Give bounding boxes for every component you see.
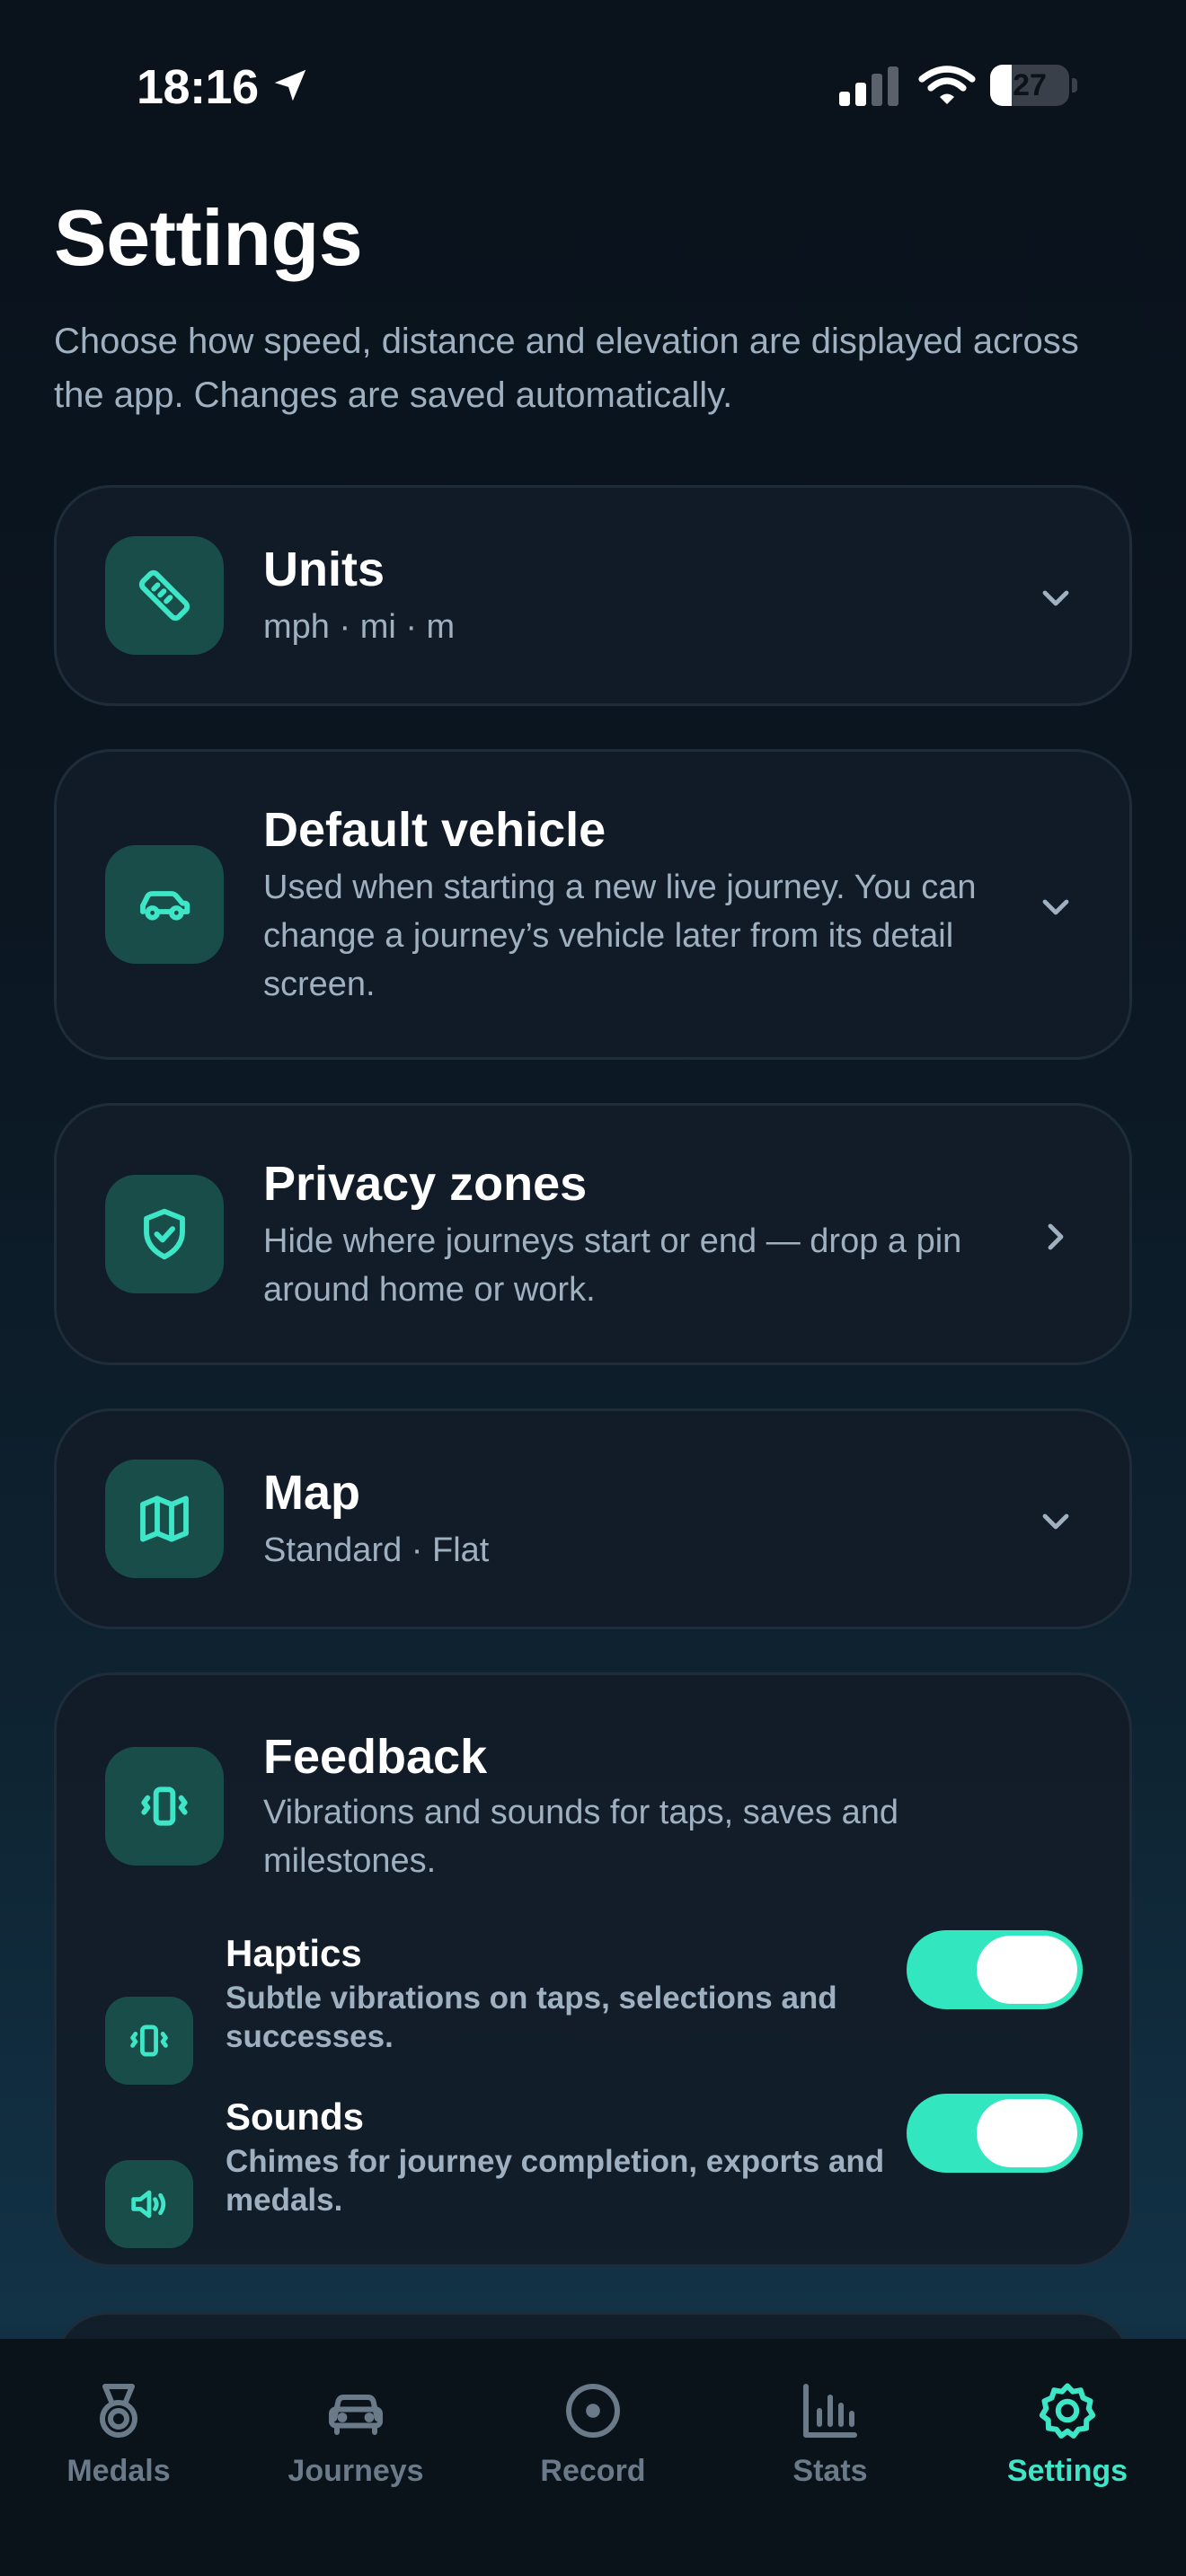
default-vehicle-card[interactable]: Default vehicle Used when starting a new… <box>54 749 1132 1060</box>
chevron-down-icon[interactable] <box>1034 577 1077 620</box>
chevron-down-icon[interactable] <box>1034 886 1077 929</box>
status-bar: 18:16 27 <box>0 54 1186 117</box>
vibrate-icon <box>105 1997 193 2085</box>
tab-label: Journeys <box>288 2454 424 2488</box>
tab-label: Record <box>540 2454 646 2488</box>
map-summary: Standard · Flat <box>263 1531 490 1569</box>
status-time: 18:16 <box>137 60 259 114</box>
haptics-toggle[interactable] <box>907 1930 1083 2009</box>
tab-label: Medals <box>66 2454 171 2488</box>
chevron-down-icon[interactable] <box>1034 1500 1077 1543</box>
tab-stats[interactable]: Stats <box>712 2378 949 2504</box>
tab-label: Stats <box>792 2454 868 2488</box>
tab-record[interactable]: Record <box>474 2378 712 2504</box>
sounds-description: Chimes for journey completion, exports a… <box>226 2144 885 2218</box>
privacy-zones-title: Privacy zones <box>263 1157 588 1211</box>
feedback-card: Feedback Vibrations and sounds for taps,… <box>54 1672 1132 2267</box>
chevron-right-icon[interactable] <box>1034 1215 1077 1258</box>
haptics-description: Subtle vibrations on taps, selections an… <box>226 1981 837 2054</box>
cellular-signal-icon <box>839 66 898 106</box>
car-icon <box>105 845 224 964</box>
battery-indicator: 27 <box>990 65 1077 106</box>
tab-label: Settings <box>1006 2454 1128 2488</box>
map-title: Map <box>263 1466 360 1520</box>
vibrate-icon <box>105 1747 224 1866</box>
privacy-zones-card[interactable]: Privacy zones Hide where journeys start … <box>54 1103 1132 1365</box>
tab-medals[interactable]: Medals <box>0 2378 237 2504</box>
tab-journeys[interactable]: Journeys <box>237 2378 474 2504</box>
ruler-icon <box>105 536 224 655</box>
record-icon <box>566 2384 620 2438</box>
default-vehicle-title: Default vehicle <box>263 803 606 857</box>
tab-bar: Medals Journeys Record Stats Settings <box>0 2339 1186 2576</box>
default-vehicle-description: Used when starting a new live journey. Y… <box>263 869 977 1003</box>
page-title: Settings <box>54 193 363 282</box>
map-icon <box>105 1460 224 1578</box>
units-card[interactable]: Units mph · mi · m <box>54 485 1132 706</box>
feedback-title: Feedback <box>263 1730 488 1784</box>
map-card[interactable]: Map Standard · Flat <box>54 1408 1132 1629</box>
page-subtitle: Choose how speed, distance and elevation… <box>54 322 1079 415</box>
shield-check-icon <box>105 1175 224 1293</box>
location-arrow-icon <box>274 69 306 101</box>
toggle-knob <box>977 1936 1077 2004</box>
sounds-title: Sounds <box>226 2095 364 2138</box>
units-title: Units <box>263 543 385 596</box>
haptics-title: Haptics <box>226 1932 362 1974</box>
tab-settings[interactable]: Settings <box>949 2378 1186 2504</box>
units-summary: mph · mi · m <box>263 608 456 646</box>
gear-icon <box>1039 2383 1096 2439</box>
sounds-toggle[interactable] <box>907 2094 1083 2173</box>
speaker-icon <box>105 2160 193 2248</box>
medal-icon <box>100 2384 137 2438</box>
toggle-knob <box>977 2099 1077 2167</box>
privacy-zones-description: Hide where journeys start or end — drop … <box>263 1222 962 1309</box>
feedback-description: Vibrations and sounds for taps, saves an… <box>263 1794 898 1880</box>
battery-level: 27 <box>1013 68 1047 102</box>
bar-chart-icon <box>803 2384 857 2438</box>
car-icon <box>329 2395 383 2435</box>
wifi-icon <box>918 66 976 104</box>
